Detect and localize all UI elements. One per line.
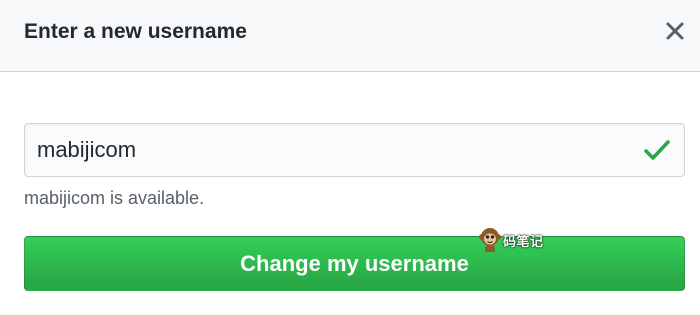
close-button[interactable] [664,20,686,42]
change-username-dialog: Enter a new username mabijicom is availa… [0,0,700,315]
dialog-header: Enter a new username [0,0,700,72]
monkey-mascot-icon [479,228,501,252]
watermark: 码笔记 [479,226,544,254]
check-icon [644,140,670,160]
username-input[interactable] [25,124,625,176]
change-username-button[interactable]: Change my username [24,236,685,291]
username-field [24,123,685,177]
close-icon [666,22,684,40]
watermark-text: 码笔记 [503,234,544,250]
dialog-title: Enter a new username [24,20,247,43]
availability-message: mabijicom is available. [24,188,205,208]
